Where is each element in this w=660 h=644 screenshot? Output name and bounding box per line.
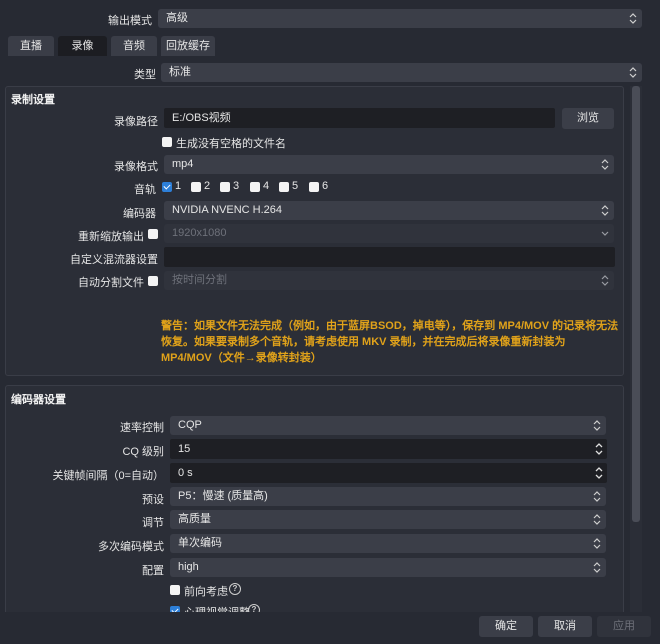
mp4-warning-text: 警告：如果文件无法完成（例如，由于蓝屏BSOD，掉电等），保存到 MP4/MOV… — [161, 320, 619, 364]
track-4-checkbox[interactable] — [250, 182, 260, 192]
rescale-output-checkbox[interactable] — [148, 229, 158, 239]
track-6-checkbox[interactable] — [309, 182, 319, 192]
profile-select[interactable]: high — [170, 558, 606, 577]
apply-button[interactable]: 应用 — [597, 616, 651, 637]
tab-recording[interactable]: 录像 — [58, 36, 107, 56]
preset-select[interactable]: P5：慢速 (质量高) — [170, 487, 606, 506]
tuning-value: 高质量 — [178, 513, 211, 525]
lookahead-checkbox[interactable] — [170, 585, 180, 595]
updown-arrows-icon — [601, 274, 609, 287]
updown-arrows-icon — [593, 537, 601, 550]
track-5-checkbox[interactable] — [279, 182, 289, 192]
cq-level-label: CQ 级别 — [122, 446, 164, 458]
updown-arrows-icon — [629, 12, 637, 25]
updown-arrows-icon — [593, 561, 601, 574]
cq-level-input[interactable]: 15 — [170, 439, 607, 459]
auto-split-select[interactable]: 按时间分割 — [164, 271, 614, 290]
output-mode-label: 输出模式 — [108, 15, 152, 27]
audio-track-label: 音轨 — [134, 184, 156, 196]
encoder-value: NVIDIA NVENC H.264 — [172, 204, 283, 216]
track-5-label: 5 — [292, 180, 299, 192]
auto-split-label: 自动分割文件 — [78, 277, 144, 289]
chevron-down-icon — [601, 227, 609, 240]
tab-stream[interactable]: 直播 — [8, 36, 54, 56]
recording-settings-title: 录制设置 — [11, 94, 55, 106]
track-1-label: 1 — [175, 180, 182, 192]
updown-arrows-icon — [593, 419, 601, 432]
rate-control-select[interactable]: CQP — [170, 416, 606, 435]
auto-split-value: 按时间分割 — [172, 274, 227, 286]
profile-label: 配置 — [142, 565, 164, 577]
type-value: 标准 — [169, 66, 191, 78]
track-3-label: 3 — [233, 180, 240, 192]
ok-button[interactable]: 确定 — [479, 616, 533, 637]
tab-audio[interactable]: 音频 — [111, 36, 157, 56]
no-space-filename-label: 生成没有空格的文件名 — [176, 138, 286, 150]
rate-control-label: 速率控制 — [120, 422, 164, 434]
multipass-label: 多次编码模式 — [98, 541, 164, 553]
output-mode-value: 高级 — [166, 12, 188, 24]
keyframe-interval-label: 关键帧间隔（0=自动） — [52, 470, 164, 482]
tab-replay-buffer[interactable]: 回放缓存 — [161, 36, 215, 56]
track-6-label: 6 — [322, 180, 329, 192]
profile-value: high — [178, 561, 199, 573]
tuning-select[interactable]: 高质量 — [170, 510, 606, 529]
rescale-output-select[interactable]: 1920x1080 — [164, 224, 614, 243]
track-2-checkbox[interactable] — [191, 182, 201, 192]
cancel-button[interactable]: 取消 — [538, 616, 592, 637]
encoder-select[interactable]: NVIDIA NVENC H.264 — [164, 201, 614, 220]
updown-arrows-icon — [629, 66, 637, 79]
updown-arrows-icon — [593, 490, 601, 503]
no-space-filename-checkbox[interactable] — [162, 137, 172, 147]
auto-split-checkbox[interactable] — [148, 276, 158, 286]
rate-control-value: CQP — [178, 419, 202, 431]
track-3-checkbox[interactable] — [220, 182, 230, 192]
encoder-label: 编码器 — [123, 208, 156, 220]
rescale-output-label: 重新缩放输出 — [78, 231, 144, 243]
keyframe-interval-input[interactable]: 0 s — [170, 463, 607, 483]
tuning-label: 调节 — [142, 517, 164, 529]
encoder-settings-title: 编码器设置 — [11, 394, 66, 406]
preset-label: 预设 — [142, 494, 164, 506]
track-2-label: 2 — [204, 180, 211, 192]
recording-format-value: mp4 — [172, 158, 194, 170]
track-4-label: 4 — [263, 180, 270, 192]
recording-format-label: 录像格式 — [114, 161, 158, 173]
updown-arrows-icon — [593, 513, 601, 526]
recording-path-label: 录像路径 — [114, 116, 158, 128]
lookahead-label: 前向考虑 — [184, 586, 228, 598]
custom-muxer-input[interactable] — [164, 247, 615, 267]
recording-format-select[interactable]: mp4 — [164, 155, 614, 174]
multipass-select[interactable]: 单次编码 — [170, 534, 606, 553]
updown-arrows-icon — [601, 158, 609, 171]
custom-muxer-label: 自定义混流器设置 — [70, 254, 158, 266]
help-icon[interactable]: ? — [229, 583, 241, 595]
spin-buttons-icon[interactable] — [594, 466, 604, 480]
track-1-checkbox[interactable] — [162, 182, 172, 192]
preset-value: P5：慢速 (质量高) — [178, 490, 268, 502]
output-mode-select[interactable]: 高级 — [158, 9, 642, 28]
spin-buttons-icon[interactable] — [594, 442, 604, 456]
recording-path-input[interactable]: E:/OBS视频 — [164, 108, 555, 128]
multipass-value: 单次编码 — [178, 537, 222, 549]
scrollbar-thumb[interactable] — [632, 86, 640, 522]
updown-arrows-icon — [601, 204, 609, 217]
type-label: 类型 — [134, 69, 156, 81]
browse-button[interactable]: 浏览 — [562, 108, 614, 129]
type-select[interactable]: 标准 — [161, 63, 642, 82]
rescale-output-value: 1920x1080 — [172, 227, 227, 239]
